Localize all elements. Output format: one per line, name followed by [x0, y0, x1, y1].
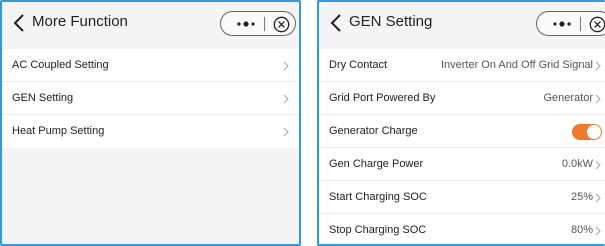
- chevron-right-icon: [595, 61, 601, 71]
- list-item-label: GEN Setting: [12, 92, 74, 104]
- setting-row-generator-charge: Generator Charge: [319, 115, 605, 148]
- setting-value: Inverter On And Off Grid Signal: [440, 59, 593, 71]
- setting-row-grid-port-powered-by[interactable]: Grid Port Powered By Generator: [319, 82, 605, 115]
- chevron-right-icon: [283, 61, 289, 71]
- setting-label: Gen Charge Power: [329, 158, 424, 170]
- chevron-right-icon: [283, 127, 289, 137]
- toggle-knob: [587, 125, 601, 139]
- function-list: AC Coupled Setting GEN Setting Heat Pump…: [2, 49, 299, 148]
- setting-label: Dry Contact: [329, 59, 388, 71]
- chevron-left-icon[interactable]: [329, 14, 343, 32]
- chevron-right-icon: [595, 226, 601, 236]
- header-bar: GEN Setting: [319, 2, 605, 43]
- circle-x-icon[interactable]: [589, 16, 605, 33]
- setting-value: Generator: [543, 92, 593, 104]
- list-item-heat-pump-setting[interactable]: Heat Pump Setting: [2, 115, 299, 148]
- setting-row-stop-charging-soc[interactable]: Stop Charging SOC 80%: [319, 214, 605, 244]
- list-item-ac-coupled-setting[interactable]: AC Coupled Setting: [2, 49, 299, 82]
- header-bar: More Function: [2, 2, 299, 43]
- capsule-divider: [580, 17, 581, 31]
- settings-list: Dry Contact Inverter On And Off Grid Sig…: [319, 49, 605, 244]
- page-title: More Function: [32, 13, 128, 30]
- chevron-right-icon: [283, 94, 289, 104]
- setting-label: Stop Charging SOC: [329, 224, 427, 236]
- list-item-gen-setting[interactable]: GEN Setting: [2, 82, 299, 115]
- more-dots-icon[interactable]: [235, 17, 257, 31]
- circle-x-icon[interactable]: [273, 16, 290, 33]
- more-function-screen: More Function AC Coupled Setting GEN Set…: [0, 0, 301, 246]
- capsule-divider: [264, 17, 265, 31]
- setting-value: 25%: [570, 191, 593, 203]
- setting-label: Generator Charge: [329, 125, 418, 137]
- page-title: GEN Setting: [349, 13, 433, 30]
- mini-program-capsule: [220, 11, 296, 36]
- more-dots-icon[interactable]: [551, 17, 573, 31]
- setting-row-start-charging-soc[interactable]: Start Charging SOC 25%: [319, 181, 605, 214]
- generator-charge-toggle[interactable]: [572, 124, 602, 140]
- setting-row-gen-charge-power[interactable]: Gen Charge Power 0.0kW: [319, 148, 605, 181]
- chevron-right-icon: [595, 94, 601, 104]
- mini-program-capsule: [536, 11, 605, 36]
- setting-label: Grid Port Powered By: [329, 92, 436, 104]
- setting-value: 0.0kW: [561, 158, 593, 170]
- list-item-label: AC Coupled Setting: [12, 59, 109, 71]
- chevron-left-icon[interactable]: [12, 14, 26, 32]
- setting-value: 80%: [570, 224, 593, 236]
- chevron-right-icon: [595, 193, 601, 203]
- setting-label: Start Charging SOC: [329, 191, 427, 203]
- list-item-label: Heat Pump Setting: [12, 125, 105, 137]
- chevron-right-icon: [595, 160, 601, 170]
- gen-setting-screen: GEN Setting Dry Contact Inverter On And …: [317, 0, 605, 246]
- setting-row-dry-contact[interactable]: Dry Contact Inverter On And Off Grid Sig…: [319, 49, 605, 82]
